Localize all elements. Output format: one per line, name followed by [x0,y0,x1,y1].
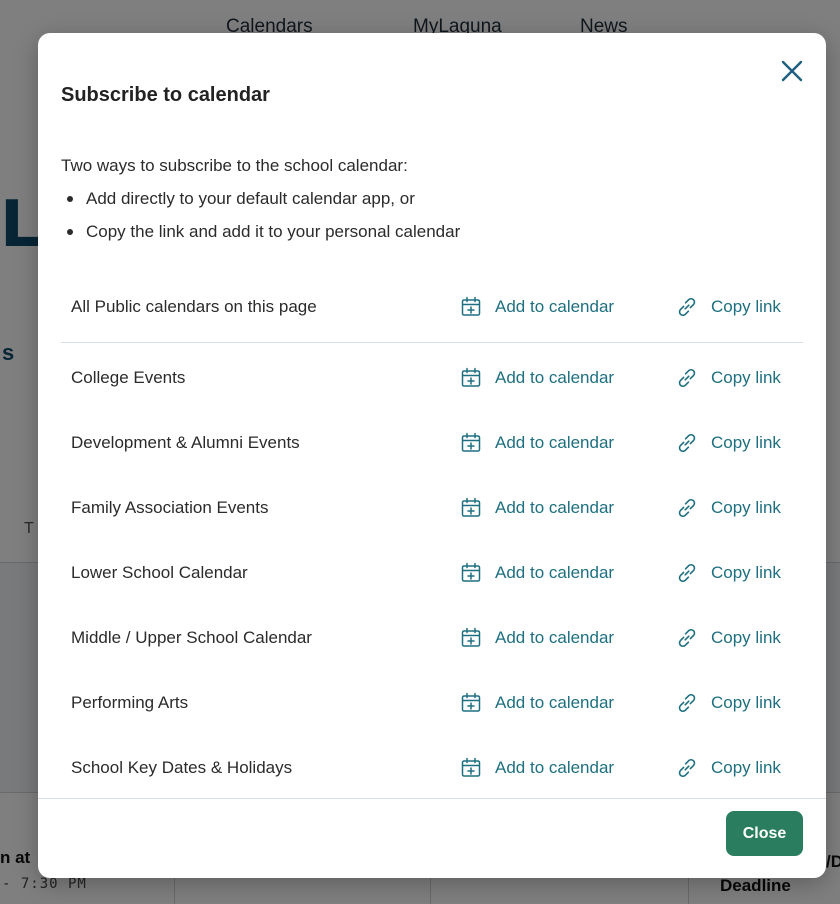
add-to-calendar-label: Add to calendar [495,757,615,777]
close-button[interactable]: Close [726,811,803,856]
dialog-intro: Two ways to subscribe to the school cale… [61,149,460,248]
link-icon [678,433,696,452]
add-to-calendar-label: Add to calendar [495,296,615,316]
calendar-name: Family Association Events [71,497,269,517]
link-icon [678,368,696,387]
copy-link-link[interactable]: Copy link [675,366,781,390]
calendar-row: School Key Dates & Holidays Add to calen… [61,735,803,800]
add-to-calendar-label: Add to calendar [495,627,615,647]
add-to-calendar-label: Add to calendar [495,432,615,452]
calendar-add-icon [461,627,481,647]
copy-link-link[interactable]: Copy link [675,496,781,520]
copy-link-label: Copy link [711,296,781,316]
calendar-add-icon [461,432,481,452]
dialog-title: Subscribe to calendar [61,84,270,106]
add-to-calendar-link[interactable]: Add to calendar [459,561,614,585]
close-x-icon[interactable] [778,57,806,85]
link-icon [678,563,696,582]
copy-link-link[interactable]: Copy link [675,295,781,319]
calendar-add-icon [461,562,481,582]
calendar-row: Family Association Events Add to calenda… [61,475,803,540]
copy-link-link[interactable]: Copy link [675,561,781,585]
calendar-row: Development & Alumni Events Add to calen… [61,410,803,475]
copy-link-link[interactable]: Copy link [675,691,781,715]
calendar-add-icon [461,692,481,712]
copy-link-label: Copy link [711,627,781,647]
calendar-add-icon [461,757,481,777]
copy-link-label: Copy link [711,692,781,712]
add-to-calendar-label: Add to calendar [495,497,615,517]
add-to-calendar-link[interactable]: Add to calendar [459,366,614,390]
calendar-name: Lower School Calendar [71,562,248,582]
link-icon [678,297,696,316]
add-to-calendar-label: Add to calendar [495,562,615,582]
calendar-row: Middle / Upper School Calendar Add to ca… [61,605,803,670]
add-to-calendar-label: Add to calendar [495,692,615,712]
calendar-name: School Key Dates & Holidays [71,757,293,777]
intro-bullet: Add directly to your default calendar ap… [61,182,460,215]
calendar-name: Development & Alumni Events [71,432,300,452]
subscribe-dialog: Subscribe to calendar Two ways to subscr… [38,33,826,878]
calendar-name: Performing Arts [71,692,189,712]
calendar-name: College Events [71,367,186,387]
calendar-name: Middle / Upper School Calendar [71,627,312,647]
copy-link-label: Copy link [711,497,781,517]
add-to-calendar-link[interactable]: Add to calendar [459,691,614,715]
calendar-add-icon [461,497,481,517]
copy-link-link[interactable]: Copy link [675,626,781,650]
copy-link-label: Copy link [711,562,781,582]
copy-link-link[interactable]: Copy link [675,756,781,780]
add-to-calendar-link[interactable]: Add to calendar [459,496,614,520]
link-icon [678,758,696,777]
add-to-calendar-label: Add to calendar [495,367,615,387]
link-icon [678,628,696,647]
calendar-name: All Public calendars on this page [71,296,317,316]
link-icon [678,498,696,517]
intro-text: Two ways to subscribe to the school cale… [61,156,408,175]
link-icon [678,693,696,712]
add-to-calendar-link[interactable]: Add to calendar [459,295,614,319]
add-to-calendar-link[interactable]: Add to calendar [459,431,614,455]
copy-link-label: Copy link [711,367,781,387]
calendar-row: All Public calendars on this page Add to… [61,271,803,343]
copy-link-label: Copy link [711,432,781,452]
add-to-calendar-link[interactable]: Add to calendar [459,756,614,780]
calendar-list: All Public calendars on this page Add to… [61,271,803,800]
calendar-row: Performing Arts Add to calendar Copy lin… [61,670,803,735]
calendar-row: College Events Add to calendar Copy link [61,345,803,410]
footer-divider [38,798,826,799]
calendar-add-icon [461,367,481,387]
copy-link-link[interactable]: Copy link [675,431,781,455]
calendar-row: Lower School Calendar Add to calendar Co… [61,540,803,605]
intro-bullets: Add directly to your default calendar ap… [61,182,460,248]
add-to-calendar-link[interactable]: Add to calendar [459,626,614,650]
copy-link-label: Copy link [711,757,781,777]
intro-bullet: Copy the link and add it to your persona… [61,215,460,248]
calendar-add-icon [461,296,481,316]
